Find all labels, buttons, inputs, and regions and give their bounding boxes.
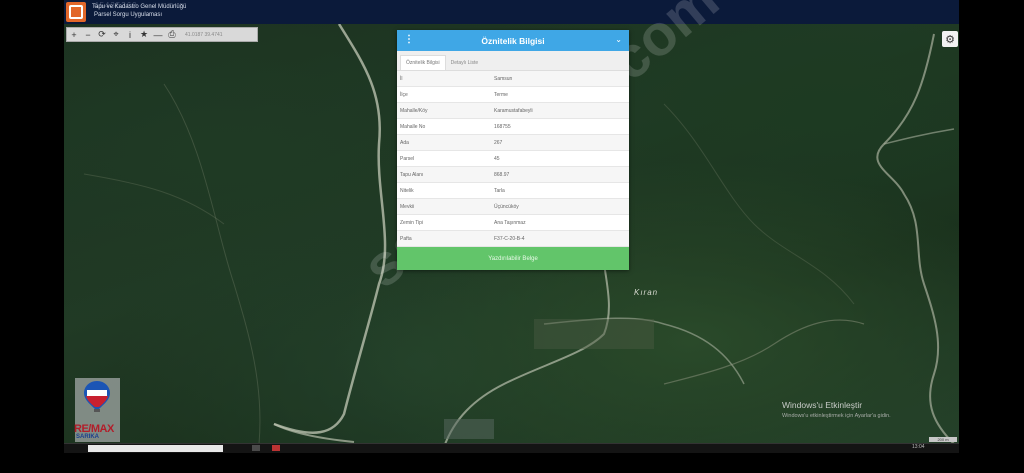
app-subtitle: Parsel Sorgu Uygulaması: [94, 12, 163, 18]
panel-menu-icon[interactable]: ⋮: [404, 34, 414, 45]
windows-activation-notice: Windows'u Etkinleştir Windows'u etkinleş…: [782, 400, 891, 419]
attribute-key: Mahalle No: [397, 118, 491, 135]
attribute-value: 45: [491, 150, 629, 167]
windows-taskbar: 13:04: [64, 443, 959, 453]
zoom-out-button[interactable]: −: [81, 28, 95, 41]
windows-activation-subtitle: Windows'u etkinleştirmek için Ayarlar'a …: [782, 413, 891, 419]
remax-logo: RE/MAX SARIKA: [74, 378, 120, 442]
app-title: Tapu ve Kadastro Genel Müdürlüğü: [92, 4, 187, 10]
attribute-row: Mahalle No 168755: [397, 118, 629, 135]
attribute-row: Nitelik Tarla: [397, 182, 629, 199]
taskbar-clock: 13:04: [912, 444, 925, 450]
locate-icon[interactable]: ⌖: [109, 28, 123, 41]
attribute-key: Parsel: [397, 150, 491, 167]
attribute-key: Pafta: [397, 230, 491, 247]
map-place-label: Kıran: [634, 288, 659, 297]
attribute-key: Mahalle/Köy: [397, 102, 491, 119]
windows-activation-title: Windows'u Etkinleştir: [782, 400, 863, 410]
attribute-value: 868.97: [491, 166, 629, 183]
zoom-in-button[interactable]: +: [67, 28, 81, 41]
panel-title: Öznitelik Bilgisi: [481, 35, 545, 46]
print-icon[interactable]: ⎙: [165, 28, 179, 41]
attribute-key: İl: [397, 71, 491, 87]
attribute-value: Terme: [491, 86, 629, 103]
printable-document-button[interactable]: Yazdırılabilir Belge: [397, 247, 629, 270]
remax-sub-text: SARIKA: [76, 434, 100, 440]
attribute-value: Ana Taşınmaz: [491, 214, 629, 231]
star-icon[interactable]: ★: [137, 28, 151, 41]
attribute-row: Pafta F37-C-20-B-4: [397, 230, 629, 247]
attribute-panel: ⋮ Öznitelik Bilgisi ⌄ Öznitelik Bilgisi …: [397, 30, 629, 270]
attribute-value: Tarla: [491, 182, 629, 199]
attribute-table: İl Samsun İlçe Terme Mahalle/Köy Karamustafab…: [397, 71, 629, 247]
refresh-icon[interactable]: ⟳: [95, 28, 109, 41]
attribute-value: Üçüncüköy: [491, 198, 629, 215]
measure-icon[interactable]: —: [151, 28, 165, 41]
attribute-row: Parsel 45: [397, 150, 629, 167]
taskbar-app-icon[interactable]: [272, 445, 280, 451]
taskbar-app-icon[interactable]: [252, 445, 260, 451]
attribute-row: Tapu Alanı 868.97: [397, 166, 629, 183]
app-header: 45435360 Tapu ve Kadastro Genel Müdürlüğ…: [64, 0, 959, 25]
tab-detailed-list[interactable]: Detaylı Liste: [446, 56, 484, 70]
remax-balloon-icon: [84, 381, 110, 412]
info-icon[interactable]: i: [123, 28, 137, 41]
map-toolbar: + − ⟳ ⌖ i ★ — ⎙ 41.0187 39.4741: [66, 27, 258, 42]
attribute-row: İl Samsun: [397, 71, 629, 87]
panel-tabs: Öznitelik Bilgisi Detaylı Liste: [397, 51, 629, 71]
attribute-row: Mahalle/Köy Karamustafabeyli: [397, 102, 629, 119]
attribute-key: Tapu Alanı: [397, 166, 491, 183]
panel-header: ⋮ Öznitelik Bilgisi ⌄: [397, 30, 629, 51]
attribute-row: Ada 267: [397, 134, 629, 151]
map-scale-bar: 200 m: [929, 437, 957, 442]
attribute-value: F37-C-20-B-4: [491, 230, 629, 247]
attribute-key: Nitelik: [397, 182, 491, 199]
attribute-value: 168755: [491, 118, 629, 135]
attribute-value: 267: [491, 134, 629, 151]
settings-gear-icon[interactable]: ⚙: [942, 31, 958, 47]
attribute-value: Karamustafabeyli: [491, 102, 629, 119]
attribute-key: İlçe: [397, 86, 491, 103]
taskbar-search-box[interactable]: [88, 445, 223, 452]
attribute-key: Ada: [397, 134, 491, 151]
attribute-key: Zemin Tipi: [397, 214, 491, 231]
app-logo-icon[interactable]: [66, 2, 86, 22]
tab-attributes[interactable]: Öznitelik Bilgisi: [400, 55, 446, 70]
panel-collapse-icon[interactable]: ⌄: [615, 35, 622, 44]
attribute-row: Zemin Tipi Ana Taşınmaz: [397, 214, 629, 231]
attribute-key: Mevkii: [397, 198, 491, 215]
attribute-row: İlçe Terme: [397, 86, 629, 103]
attribute-row: Mevkii Üçüncüköy: [397, 198, 629, 215]
coordinate-readout: 41.0187 39.4741: [185, 31, 223, 38]
attribute-value: Samsun: [491, 71, 629, 87]
